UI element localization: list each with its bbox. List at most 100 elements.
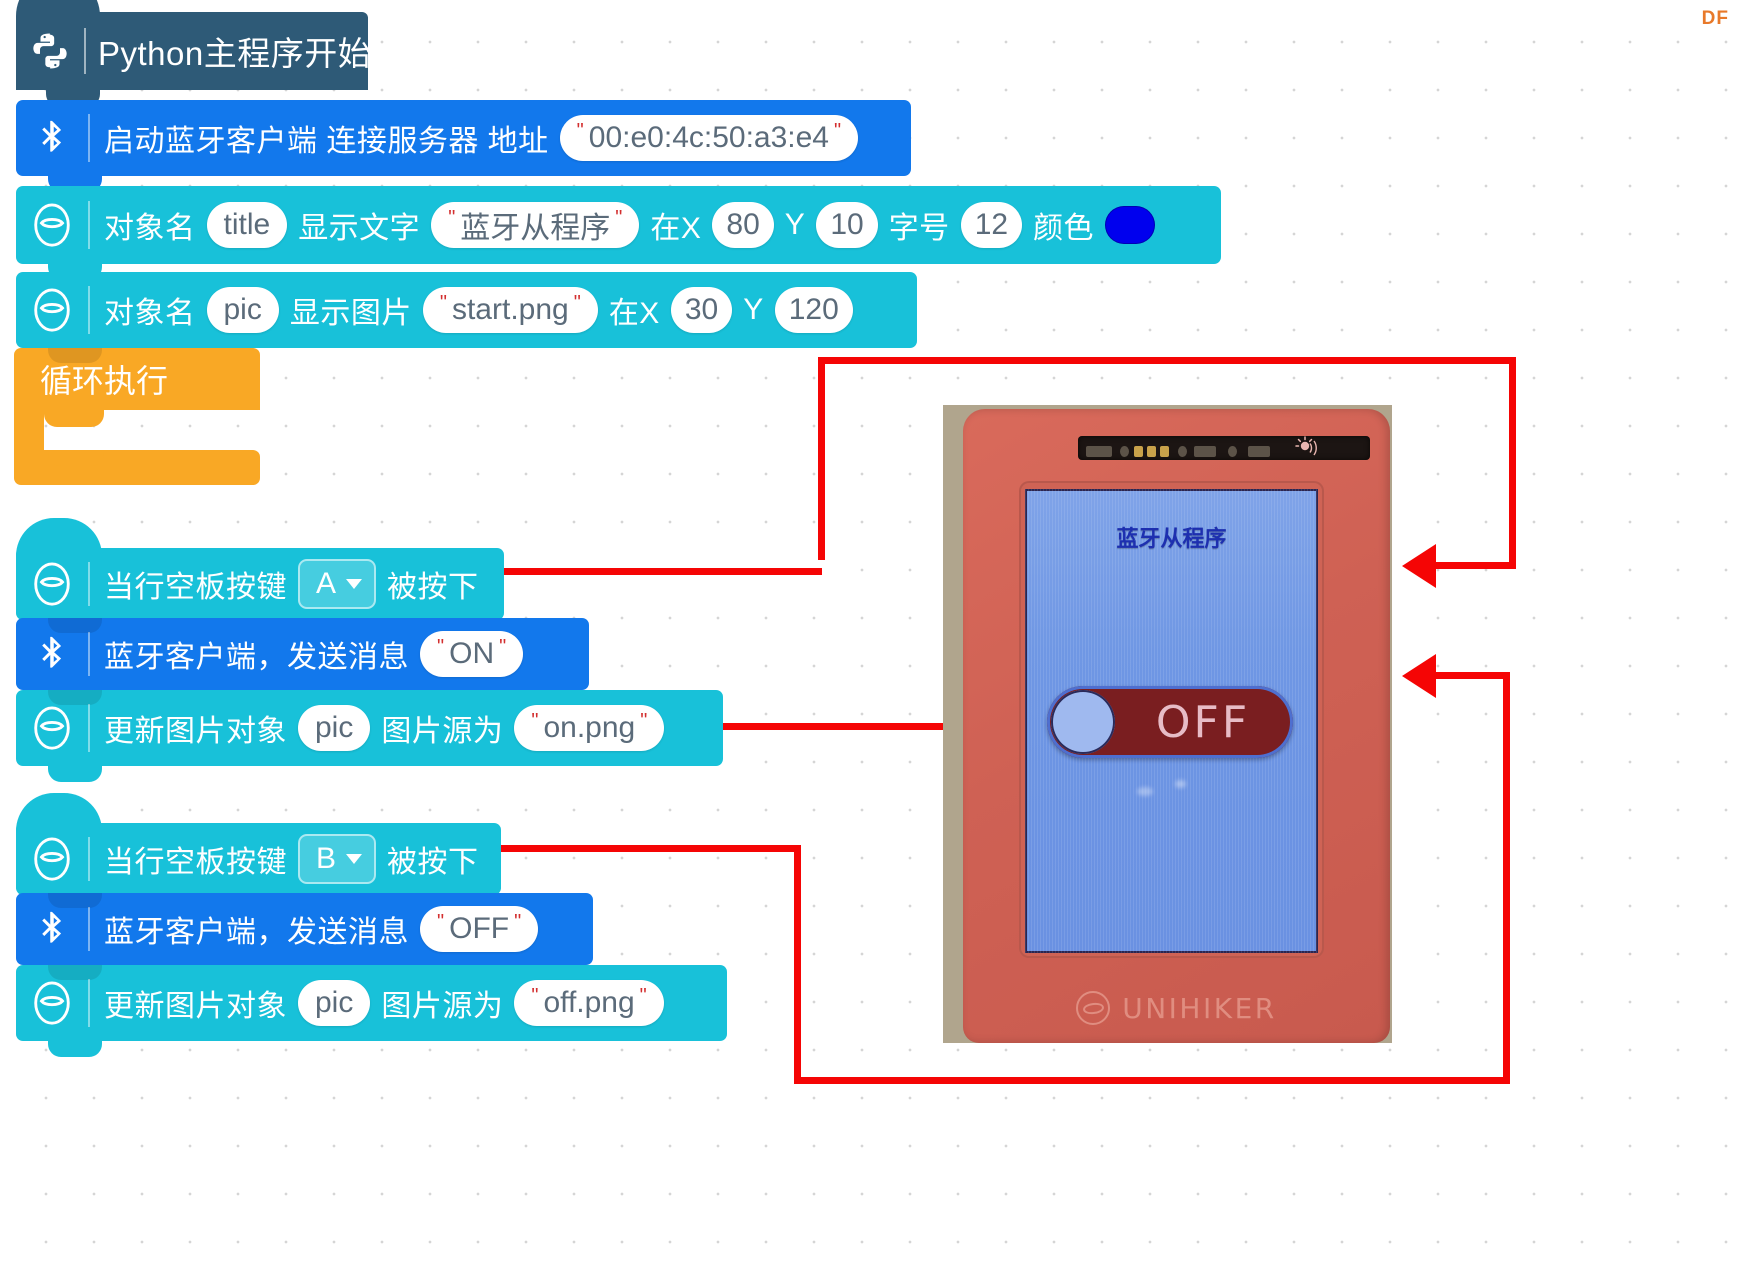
unihiker-icon xyxy=(16,836,88,882)
quote-close: " xyxy=(573,292,581,314)
block-forever-loop[interactable]: 循环执行 xyxy=(14,348,260,485)
block-label: 蓝牙客户端，发送消息 xyxy=(104,641,409,674)
screen-toggle-knob[interactable] xyxy=(1051,690,1115,754)
object-name-field[interactable]: pic xyxy=(206,287,279,333)
block-divider xyxy=(88,906,90,952)
block-label-show-text: 显示文字 xyxy=(298,212,421,245)
image-source-field[interactable]: " off.png " xyxy=(514,980,664,1026)
block-label: 蓝牙客户端，发送消息 xyxy=(104,916,409,949)
event-label-suffix: 被按下 xyxy=(387,846,479,879)
block-label-object: 对象名 xyxy=(104,212,196,245)
button-key-value: B xyxy=(316,842,337,875)
device-brand-text: UNIHIKER xyxy=(1122,991,1277,1025)
event-label-prefix: 当行空板按键 xyxy=(104,846,287,879)
hat-block-label: Python主程序开始 xyxy=(98,35,372,72)
quote-open: " xyxy=(531,710,539,732)
block-display-text[interactable]: 对象名 title 显示文字 " 蓝牙从程序 " 在X 80 Y 10 字号 12 … xyxy=(16,186,1221,280)
button-key-dropdown[interactable]: B xyxy=(298,834,377,884)
quote-close: " xyxy=(639,985,647,1007)
quote-open: " xyxy=(439,292,447,314)
block-program: Python主程序开始 启动蓝牙客户端 连接服务器 地址 " 00:e0:4c:5… xyxy=(0,0,1753,1280)
hat-block-button-a-pressed[interactable]: 当行空板按键 A 被按下 xyxy=(16,518,504,636)
hat-block-python-main[interactable]: Python主程序开始 xyxy=(16,0,372,107)
block-label-update-image: 更新图片对象 xyxy=(104,715,287,748)
x-coordinate-field[interactable]: 30 xyxy=(670,287,733,333)
block-bluetooth-send-off[interactable]: 蓝牙客户端，发送消息 " OFF " xyxy=(16,893,593,981)
object-name-field[interactable]: pic xyxy=(298,705,371,751)
block-divider xyxy=(88,114,90,162)
quote-open: " xyxy=(576,120,584,142)
block-update-image-off[interactable]: 更新图片对象 pic 图片源为 " off.png " xyxy=(16,965,727,1057)
block-divider xyxy=(88,704,90,752)
display-text-field[interactable]: " 蓝牙从程序 " xyxy=(431,202,640,248)
block-display-image[interactable]: 对象名 pic 显示图片 " start.png " 在X 30 Y 120 xyxy=(16,272,917,364)
block-bluetooth-client-start[interactable]: 启动蓝牙客户端 连接服务器 地址 " 00:e0:4c:50:a3:e4 " xyxy=(16,100,911,192)
quote-close: " xyxy=(640,710,648,732)
display-text-value: 蓝牙从程序 xyxy=(460,212,611,245)
block-label-y: Y xyxy=(784,208,806,241)
block-update-image-on[interactable]: 更新图片对象 pic 图片源为 " on.png " xyxy=(16,690,723,782)
quote-open: " xyxy=(448,207,456,229)
unihiker-logo-icon xyxy=(1076,991,1111,1025)
block-label-color: 颜色 xyxy=(1033,212,1095,245)
image-source-value: on.png xyxy=(543,711,636,744)
hat-block-button-b-pressed[interactable]: 当行空板按键 B 被按下 xyxy=(16,793,501,911)
block-label-font-size: 字号 xyxy=(888,212,950,245)
block-divider xyxy=(88,561,90,607)
object-name-field[interactable]: pic xyxy=(298,980,371,1026)
screen-glare xyxy=(1137,787,1153,796)
unihiker-icon xyxy=(16,287,88,333)
event-label-prefix: 当行空板按键 xyxy=(104,571,287,604)
chevron-down-icon xyxy=(346,579,363,589)
send-message-field[interactable]: " OFF " xyxy=(420,906,539,952)
button-key-dropdown[interactable]: A xyxy=(298,559,377,609)
bluetooth-icon xyxy=(16,908,88,950)
unihiker-icon xyxy=(16,202,88,248)
screen-toggle-switch[interactable]: OFF xyxy=(1047,686,1293,758)
x-coordinate-field[interactable]: 80 xyxy=(712,202,774,248)
block-label-x: 在X xyxy=(650,212,702,245)
chevron-down-icon xyxy=(346,854,363,864)
loop-label: 循环执行 xyxy=(40,363,169,399)
unihiker-icon xyxy=(16,980,88,1026)
image-source-field[interactable]: " start.png " xyxy=(422,287,598,333)
bluetooth-address-field[interactable]: " 00:e0:4c:50:a3:e4 " xyxy=(559,115,859,161)
quote-open: " xyxy=(531,985,539,1007)
block-label-update-image: 更新图片对象 xyxy=(104,990,287,1023)
bluetooth-address-value: 00:e0:4c:50:a3:e4 xyxy=(588,121,829,154)
quote-close: " xyxy=(834,120,842,142)
block-label-image-source: 图片源为 xyxy=(381,990,504,1023)
object-name-field[interactable]: title xyxy=(206,202,288,248)
screen-title-text: 蓝牙从程序 xyxy=(1116,527,1227,552)
block-label-x: 在X xyxy=(608,297,660,330)
device-case: 蓝牙从程序 OFF UNIHIKER xyxy=(963,409,1390,1043)
unihiker-icon xyxy=(16,561,88,607)
block-divider xyxy=(88,979,90,1027)
color-swatch[interactable] xyxy=(1105,206,1156,244)
block-bluetooth-send-on[interactable]: 蓝牙客户端，发送消息 " ON " xyxy=(16,618,589,706)
quote-close: " xyxy=(499,636,507,658)
unihiker-icon xyxy=(16,705,88,751)
image-source-value: start.png xyxy=(451,293,569,326)
quote-close: " xyxy=(514,911,522,933)
device-brand-logo: UNIHIKER xyxy=(963,991,1390,1025)
light-sensor-icon xyxy=(1293,435,1321,461)
bluetooth-icon xyxy=(16,633,88,675)
send-message-field[interactable]: " ON " xyxy=(420,631,524,677)
loop-bottom-bar xyxy=(14,450,260,485)
y-coordinate-field[interactable]: 120 xyxy=(774,287,853,333)
image-source-field[interactable]: " on.png " xyxy=(514,705,665,751)
quote-close: " xyxy=(615,207,623,229)
send-message-value: ON xyxy=(449,637,495,670)
block-label: 启动蓝牙客户端 连接服务器 地址 xyxy=(104,125,549,158)
event-label-suffix: 被按下 xyxy=(387,571,479,604)
loop-left-arm xyxy=(14,410,44,450)
send-message-value: OFF xyxy=(449,912,510,945)
font-size-field[interactable]: 12 xyxy=(960,202,1023,248)
block-label-object: 对象名 xyxy=(104,297,196,330)
screen-glare xyxy=(1175,780,1186,788)
screen-toggle-label: OFF xyxy=(1155,696,1251,748)
device-screen: 蓝牙从程序 OFF xyxy=(1025,489,1318,953)
y-coordinate-field[interactable]: 10 xyxy=(816,202,878,248)
quote-open: " xyxy=(437,636,445,658)
